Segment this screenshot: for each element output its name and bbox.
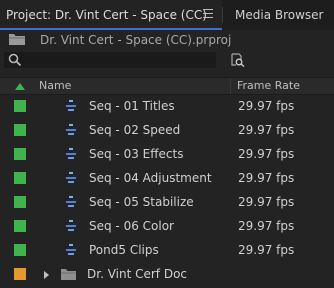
list-item[interactable]: Seq - 05 Stabilize 29.97 fps xyxy=(0,191,334,215)
column-name-header[interactable]: Name xyxy=(39,78,71,94)
list-item[interactable]: Seq - 04 Adjustment 29.97 fps xyxy=(0,167,334,191)
item-name: Seq - 04 Adjustment xyxy=(89,171,212,185)
sequence-icon xyxy=(66,194,76,211)
item-frame-rate: 29.97 fps xyxy=(238,219,295,233)
sequence-icon xyxy=(66,146,76,163)
project-items-list: Seq - 01 Titles 29.97 fps Seq - 02 Speed… xyxy=(0,95,334,287)
search-icon[interactable] xyxy=(8,53,22,67)
item-name: Seq - 01 Titles xyxy=(89,99,175,113)
label-color-swatch[interactable] xyxy=(14,268,26,280)
item-name: Seq - 06 Color xyxy=(89,219,174,233)
sort-ascending-icon[interactable] xyxy=(15,82,25,90)
sequence-icon xyxy=(66,242,76,259)
item-frame-rate: 29.97 fps xyxy=(238,99,295,113)
tab-project-label: Project: Dr. Vint Cert - Space (CC) xyxy=(6,8,207,22)
label-color-swatch[interactable] xyxy=(14,100,26,112)
sequence-icon xyxy=(66,218,76,235)
tab-project[interactable]: Project: Dr. Vint Cert - Space (CC) xyxy=(0,0,222,30)
panel-tab-bar: Project: Dr. Vint Cert - Space (CC) Medi… xyxy=(0,0,334,30)
item-frame-rate: 29.97 fps xyxy=(238,123,295,137)
label-color-swatch[interactable] xyxy=(14,196,26,208)
item-name: Seq - 02 Speed xyxy=(89,123,181,137)
panel-menu-icon[interactable] xyxy=(203,9,213,18)
item-frame-rate: 29.97 fps xyxy=(238,195,295,209)
list-item[interactable]: Seq - 02 Speed 29.97 fps xyxy=(0,119,334,143)
item-name: Dr. Vint Cerf Doc xyxy=(87,267,188,281)
item-frame-rate: 29.97 fps xyxy=(238,243,295,257)
tab-media-browser[interactable]: Media Browser xyxy=(223,0,334,30)
label-color-swatch[interactable] xyxy=(14,148,26,160)
project-path-row: Dr. Vint Cert - Space (CC).prproj xyxy=(0,30,334,50)
label-color-swatch[interactable] xyxy=(14,172,26,184)
tab-media-browser-label: Media Browser xyxy=(235,8,324,22)
folder-icon xyxy=(61,269,76,280)
column-frame-rate-header[interactable]: Frame Rate xyxy=(237,78,300,94)
label-color-swatch[interactable] xyxy=(14,244,26,256)
label-color-swatch[interactable] xyxy=(14,220,26,232)
disclosure-triangle-icon[interactable] xyxy=(44,271,49,279)
list-item[interactable]: Seq - 06 Color 29.97 fps xyxy=(0,215,334,239)
sequence-icon xyxy=(66,170,76,187)
find-icon[interactable] xyxy=(231,53,245,67)
item-frame-rate: 29.97 fps xyxy=(238,147,295,161)
column-header: Name Frame Rate xyxy=(0,77,334,95)
list-item[interactable]: Seq - 01 Titles 29.97 fps xyxy=(0,95,334,119)
project-folder-icon xyxy=(9,34,25,45)
search-row xyxy=(0,50,334,70)
project-file-name: Dr. Vint Cert - Space (CC).prproj xyxy=(40,33,232,47)
item-name: Seq - 03 Effects xyxy=(89,147,184,161)
list-item[interactable]: Pond5 Clips 29.97 fps xyxy=(0,239,334,263)
sequence-icon xyxy=(66,122,76,139)
column-divider[interactable] xyxy=(230,78,231,94)
item-frame-rate: 29.97 fps xyxy=(238,171,295,185)
search-input[interactable] xyxy=(4,52,216,68)
item-name: Pond5 Clips xyxy=(89,243,159,257)
label-color-swatch[interactable] xyxy=(14,124,26,136)
item-name: Seq - 05 Stabilize xyxy=(89,195,194,209)
list-item-bin[interactable]: Dr. Vint Cerf Doc xyxy=(0,263,334,287)
sequence-icon xyxy=(66,98,76,115)
list-item[interactable]: Seq - 03 Effects 29.97 fps xyxy=(0,143,334,167)
